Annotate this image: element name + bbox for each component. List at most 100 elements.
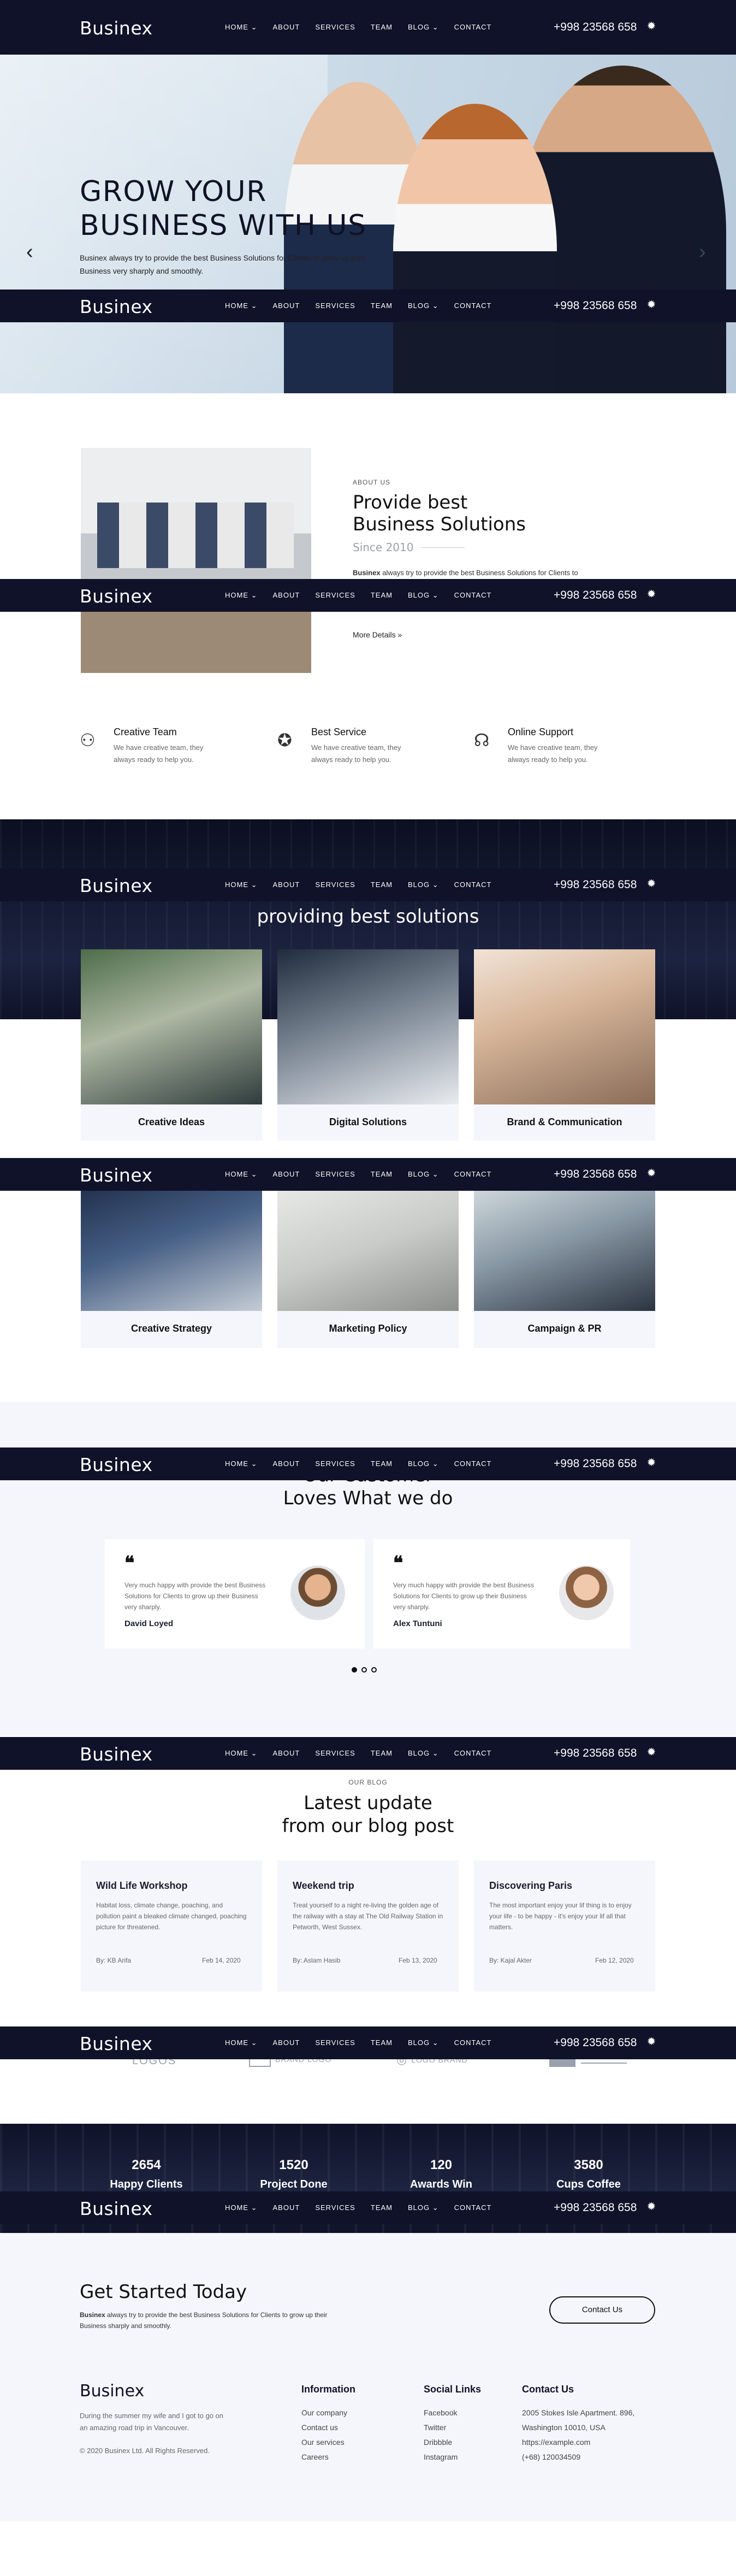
nav-phone[interactable]: +998 23568 658 (554, 1747, 637, 1760)
gear-icon[interactable]: ✹ (645, 1167, 657, 1179)
gear-icon[interactable]: ✹ (645, 2201, 657, 2213)
nav-phone[interactable]: +998 23568 658 (554, 21, 637, 34)
nav-item-3[interactable]: SERVICES (315, 302, 355, 310)
nav-phone[interactable]: +998 23568 658 (554, 1457, 637, 1470)
nav-item-3[interactable]: SERVICES (315, 881, 355, 889)
footer-link[interactable]: Our services (301, 2435, 347, 2450)
social-link-dribbble[interactable]: Dribbble (424, 2435, 458, 2450)
hero-next-arrow[interactable]: › (699, 240, 706, 264)
gear-icon[interactable]: ✹ (645, 1457, 657, 1469)
nav-item-5[interactable]: BLOG ⌄ (408, 302, 439, 310)
nav-item-2[interactable]: ABOUT (273, 881, 300, 889)
nav-item-3[interactable]: SERVICES (315, 23, 355, 32)
blog-title-link[interactable]: Discovering Paris (489, 1880, 572, 1892)
nav-item-2[interactable]: ABOUT (273, 2203, 300, 2212)
nav-phone[interactable]: +998 23568 658 (554, 1168, 637, 1181)
nav-phone[interactable]: +998 23568 658 (554, 299, 637, 312)
nav-item-2[interactable]: ABOUT (273, 591, 300, 600)
nav-item-5[interactable]: BLOG ⌄ (408, 1460, 439, 1468)
nav-item-5[interactable]: BLOG ⌄ (408, 1749, 439, 1758)
nav-item-1[interactable]: HOME ⌄ (225, 2039, 258, 2047)
nav-item-1[interactable]: HOME ⌄ (225, 881, 258, 889)
service-card[interactable]: Creative Ideas (81, 949, 262, 1141)
nav-item-2[interactable]: ABOUT (273, 1749, 300, 1758)
nav-item-1[interactable]: HOME ⌄ (225, 1749, 258, 1758)
nav-item-4[interactable]: TEAM (371, 23, 393, 32)
blog-title-link[interactable]: Wild Life Workshop (96, 1880, 188, 1892)
footer-logo[interactable]: Businex (80, 2382, 144, 2401)
nav-item-4[interactable]: TEAM (371, 1460, 393, 1468)
nav-item-6[interactable]: CONTACT (454, 881, 492, 889)
logo[interactable]: Businex (80, 296, 153, 317)
social-link-facebook[interactable]: Facebook (424, 2406, 458, 2420)
nav-item-3[interactable]: SERVICES (315, 1170, 355, 1179)
gear-icon[interactable]: ✹ (645, 20, 657, 32)
nav-phone[interactable]: +998 23568 658 (554, 589, 637, 602)
gear-icon[interactable]: ✹ (645, 588, 657, 600)
slider-dot[interactable] (361, 1667, 367, 1673)
slider-dot[interactable] (371, 1667, 377, 1673)
gear-icon[interactable]: ✹ (645, 878, 657, 890)
gear-icon[interactable]: ✹ (645, 299, 657, 311)
nav-item-4[interactable]: TEAM (371, 2203, 393, 2212)
nav-item-4[interactable]: TEAM (371, 881, 393, 889)
nav-item-6[interactable]: CONTACT (454, 1749, 492, 1758)
footer-website[interactable]: https://example.com (522, 2435, 634, 2450)
logo[interactable]: Businex (80, 1165, 153, 1186)
nav-item-4[interactable]: TEAM (371, 1749, 393, 1758)
nav-item-4[interactable]: TEAM (371, 591, 393, 600)
nav-phone[interactable]: +998 23568 658 (554, 2036, 637, 2049)
nav-item-5[interactable]: BLOG ⌄ (408, 23, 439, 32)
nav-item-5[interactable]: BLOG ⌄ (408, 591, 439, 600)
logo[interactable]: Businex (80, 1744, 153, 1765)
blog-card[interactable]: Wild Life Workshop Habitat loss, climate… (81, 1860, 262, 1992)
footer-link[interactable]: Contact us (301, 2420, 347, 2435)
nav-item-4[interactable]: TEAM (371, 2039, 393, 2047)
nav-item-2[interactable]: ABOUT (273, 302, 300, 310)
logo[interactable]: Businex (80, 875, 153, 896)
hero-prev-arrow[interactable]: ‹ (26, 240, 33, 264)
nav-item-6[interactable]: CONTACT (454, 23, 492, 32)
nav-item-1[interactable]: HOME ⌄ (225, 591, 258, 600)
nav-item-1[interactable]: HOME ⌄ (225, 302, 258, 310)
logo[interactable]: Businex (80, 586, 153, 607)
logo[interactable]: Businex (80, 17, 153, 39)
nav-item-1[interactable]: HOME ⌄ (225, 1460, 258, 1468)
nav-item-3[interactable]: SERVICES (315, 2039, 355, 2047)
logo[interactable]: Businex (80, 2198, 153, 2219)
nav-item-5[interactable]: BLOG ⌄ (408, 2203, 439, 2212)
nav-item-2[interactable]: ABOUT (273, 23, 300, 32)
nav-item-3[interactable]: SERVICES (315, 1749, 355, 1758)
nav-item-3[interactable]: SERVICES (315, 2203, 355, 2212)
nav-item-6[interactable]: CONTACT (454, 2039, 492, 2047)
gear-icon[interactable]: ✹ (645, 1746, 657, 1758)
nav-item-6[interactable]: CONTACT (454, 2203, 492, 2212)
nav-item-6[interactable]: CONTACT (454, 302, 492, 310)
blog-title-link[interactable]: Weekend trip (293, 1880, 354, 1892)
blog-card[interactable]: Discovering Paris The most important enj… (474, 1860, 655, 1992)
social-link-twitter[interactable]: Twitter (424, 2420, 458, 2435)
nav-item-6[interactable]: CONTACT (454, 1460, 492, 1468)
nav-item-5[interactable]: BLOG ⌄ (408, 881, 439, 889)
nav-item-4[interactable]: TEAM (371, 1170, 393, 1179)
service-card[interactable]: Digital Solutions (277, 949, 459, 1141)
nav-item-5[interactable]: BLOG ⌄ (408, 2039, 439, 2047)
nav-item-1[interactable]: HOME ⌄ (225, 1170, 258, 1179)
nav-item-2[interactable]: ABOUT (273, 2039, 300, 2047)
social-link-instagram[interactable]: Instagram (424, 2450, 458, 2465)
nav-item-5[interactable]: BLOG ⌄ (408, 1170, 439, 1179)
nav-item-2[interactable]: ABOUT (273, 1460, 300, 1468)
nav-item-6[interactable]: CONTACT (454, 1170, 492, 1179)
footer-link[interactable]: Careers (301, 2450, 347, 2465)
nav-item-3[interactable]: SERVICES (315, 1460, 355, 1468)
nav-item-1[interactable]: HOME ⌄ (225, 23, 258, 32)
nav-phone[interactable]: +998 23568 658 (554, 2201, 637, 2214)
contact-us-button[interactable]: Contact Us (549, 2296, 655, 2324)
nav-item-2[interactable]: ABOUT (273, 1170, 300, 1179)
nav-item-3[interactable]: SERVICES (315, 591, 355, 600)
service-card[interactable]: Brand & Communication (474, 949, 655, 1141)
logo[interactable]: Businex (80, 2033, 153, 2054)
nav-item-4[interactable]: TEAM (371, 302, 393, 310)
footer-link[interactable]: Our company (301, 2406, 347, 2420)
nav-item-6[interactable]: CONTACT (454, 591, 492, 600)
